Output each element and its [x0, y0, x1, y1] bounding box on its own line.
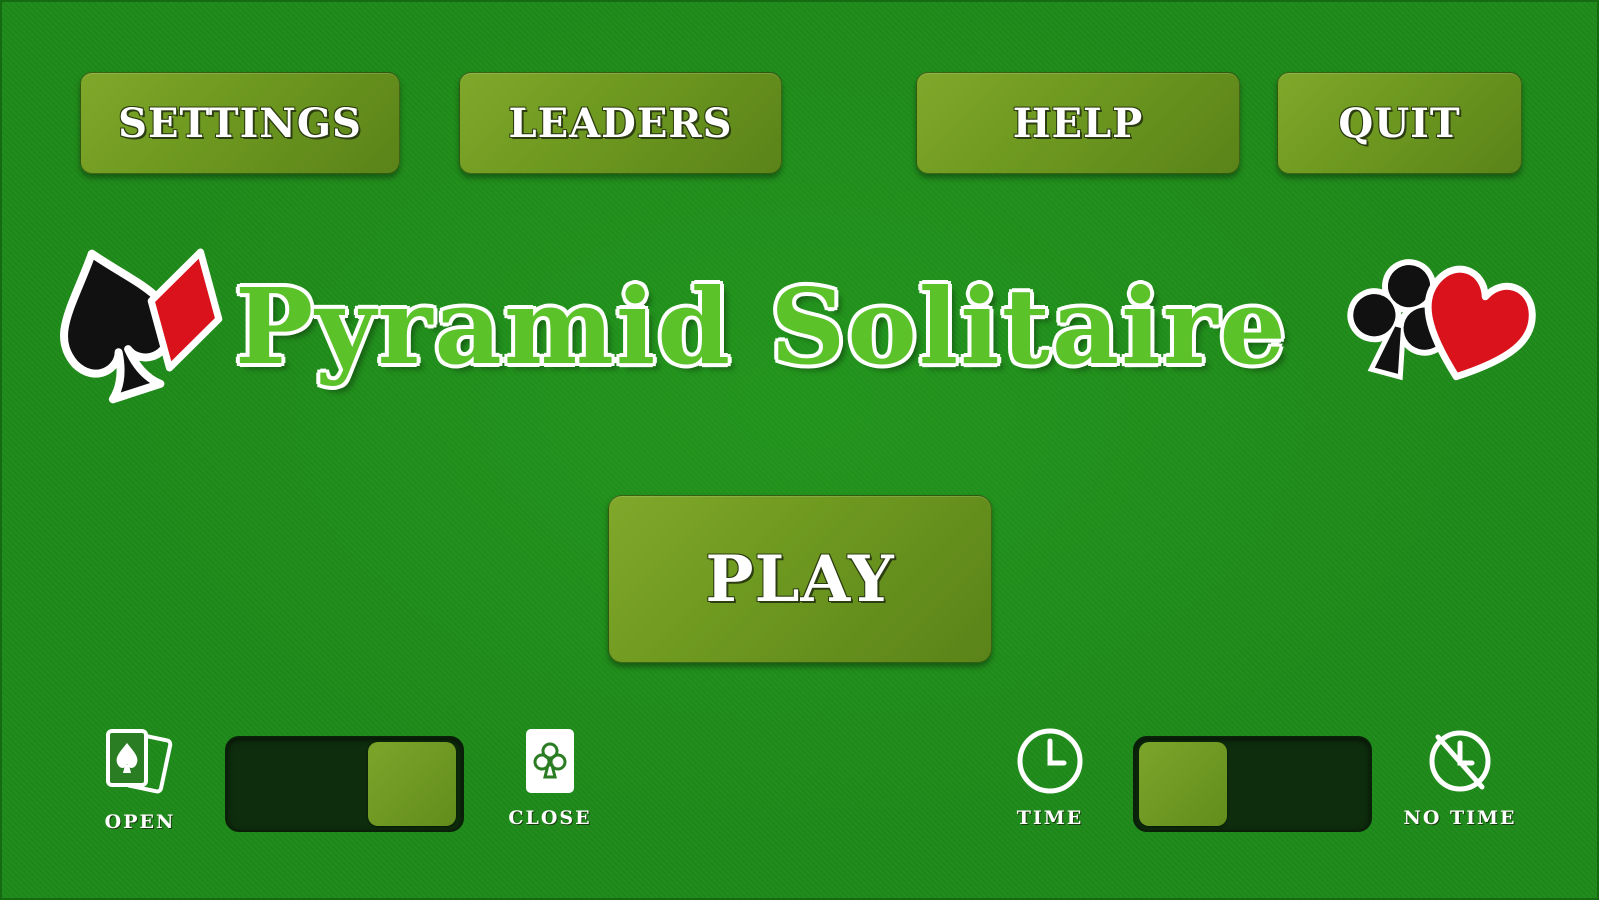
game-logo: Pyramid Solitaire [40, 240, 1560, 420]
open-cards-icon [106, 729, 173, 794]
timer-on-option[interactable]: TIME [1010, 725, 1090, 829]
deck-mode-toggle[interactable] [225, 736, 464, 832]
deck-close-option[interactable]: CLOSE [500, 725, 600, 829]
help-button-label: HELP [1012, 99, 1144, 147]
help-button[interactable]: HELP [916, 72, 1240, 174]
heart-icon [1424, 265, 1536, 381]
deck-open-label: OPEN [104, 811, 176, 833]
timer-off-label: NO TIME [1403, 807, 1517, 829]
closed-card-icon [526, 729, 574, 793]
play-button[interactable]: PLAY [608, 495, 992, 663]
timer-mode-toggle-knob[interactable] [1139, 742, 1227, 826]
leaders-button-label: LEADERS [508, 99, 733, 147]
game-title: Pyramid Solitaire [235, 265, 1288, 388]
timer-off-option[interactable]: NO TIME [1400, 725, 1520, 829]
settings-button[interactable]: SETTINGS [80, 72, 400, 174]
timer-mode-toggle[interactable] [1133, 736, 1372, 832]
quit-button[interactable]: QUIT [1277, 72, 1522, 174]
deck-open-option[interactable]: OPEN [100, 725, 180, 833]
deck-mode-toggle-knob[interactable] [368, 742, 456, 826]
settings-button-label: SETTINGS [118, 99, 362, 147]
timer-on-label: TIME [1016, 807, 1084, 829]
play-button-label: PLAY [705, 541, 895, 617]
leaders-button[interactable]: LEADERS [459, 72, 782, 174]
clock-icon [1017, 728, 1083, 794]
quit-button-label: QUIT [1338, 99, 1461, 147]
no-clock-icon [1429, 730, 1491, 792]
diamond-icon [147, 248, 223, 372]
deck-close-label: CLOSE [508, 807, 592, 829]
